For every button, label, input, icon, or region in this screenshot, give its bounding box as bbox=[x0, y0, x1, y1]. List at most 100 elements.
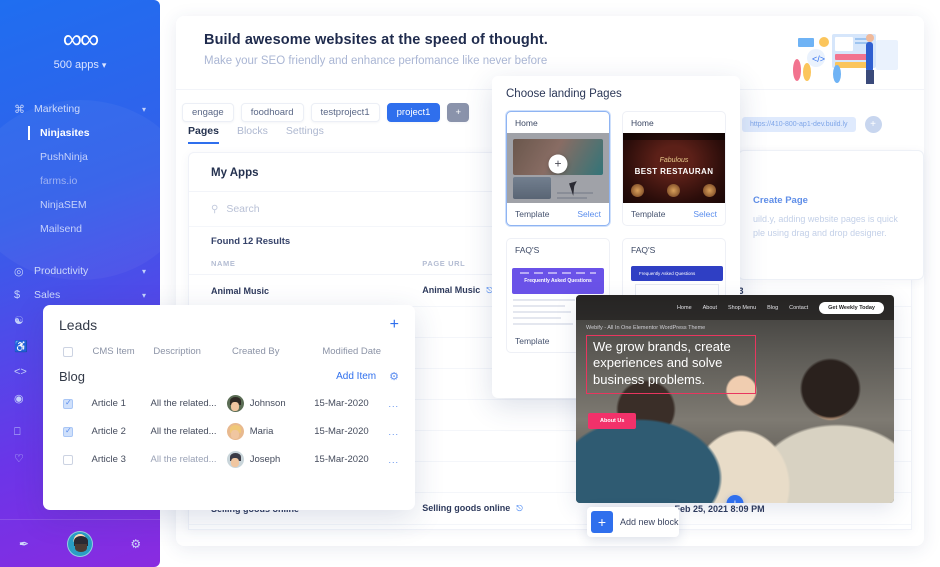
thumb-line bbox=[513, 311, 571, 313]
select-template-link[interactable]: Select bbox=[693, 209, 717, 219]
tab-engage[interactable]: engage bbox=[182, 103, 234, 122]
author-name: Maria bbox=[250, 426, 274, 437]
select-all-checkbox[interactable] bbox=[59, 347, 92, 357]
list-item[interactable]: Article 3 All the related... Joseph 15-M… bbox=[59, 451, 399, 468]
preview-nav-about[interactable]: About bbox=[703, 305, 717, 311]
user-avatar[interactable] bbox=[67, 531, 93, 557]
preview-nav-shop-menu[interactable]: Shop Menu bbox=[728, 305, 756, 311]
leads-header: Leads + bbox=[59, 317, 399, 333]
add-item-link[interactable]: Add Item bbox=[336, 371, 376, 382]
people-icon: ☯ bbox=[14, 314, 24, 327]
preview-headline-line1: We grow brands, create bbox=[593, 339, 749, 355]
template-name: Home bbox=[623, 112, 725, 133]
thumb-navlinks bbox=[520, 272, 596, 274]
apps-count-label: 500 apps bbox=[54, 59, 99, 71]
author-name: Johnson bbox=[250, 398, 286, 409]
template-footer: Template Select bbox=[623, 203, 725, 225]
preview-headline-line2: experiences and solve bbox=[593, 355, 749, 371]
thumb-line bbox=[513, 323, 573, 325]
select-template-link[interactable]: Select bbox=[577, 209, 601, 219]
preview-nav-home[interactable]: Home bbox=[677, 305, 692, 311]
feather-icon[interactable]: ✒ bbox=[19, 537, 29, 551]
page-preview[interactable]: Home About Shop Menu Blog Contact Get We… bbox=[576, 295, 894, 503]
template-type-label: Template bbox=[515, 209, 550, 219]
row-menu-button[interactable]: ... bbox=[388, 399, 399, 409]
sidebar-item-farms-io[interactable]: farms.io bbox=[0, 169, 160, 193]
add-new-block-bar[interactable]: + Add new block bbox=[587, 507, 679, 537]
column-cms-item: CMS Item bbox=[92, 346, 153, 357]
svg-text:</>: </> bbox=[812, 54, 825, 64]
thumb-dish bbox=[703, 184, 716, 197]
sidebar-item-label: NinjaSEM bbox=[40, 199, 87, 211]
headset-icon: ♿ bbox=[14, 340, 28, 353]
tab-pages[interactable]: Pages bbox=[188, 125, 219, 144]
search-placeholder: Search bbox=[226, 203, 259, 215]
sidebar-item-productivity[interactable]: ◎ Productivity ▾ bbox=[0, 259, 160, 283]
heart-icon: ♡ bbox=[14, 452, 24, 465]
sidebar-item-marketing[interactable]: ⌘ Marketing ▾ bbox=[0, 97, 160, 121]
avatar bbox=[227, 423, 244, 440]
sidebar-footer: ✒ ⚙ bbox=[0, 519, 160, 567]
preview-nav-contact[interactable]: Contact bbox=[789, 305, 808, 311]
preview-headline-selection[interactable]: We grow brands, create experiences and s… bbox=[586, 335, 756, 394]
preview-cta-button[interactable]: Get Weekly Today bbox=[819, 302, 884, 314]
thumb-header: Frequently Asked Questions bbox=[512, 268, 604, 294]
tab-foodhoard[interactable]: foodhoard bbox=[241, 103, 304, 122]
sidebar-group-label: Productivity bbox=[34, 265, 142, 277]
preview-nav-blog[interactable]: Blog bbox=[767, 305, 778, 311]
sidebar-item-sales[interactable]: $ Sales ▾ bbox=[0, 283, 160, 307]
preview-brand-line: Webify - All In One Elementor WordPress … bbox=[586, 325, 705, 331]
app-window: ∞∞ 500 apps▾ ⌘ Marketing ▾ Ninjasites Pu… bbox=[0, 0, 940, 567]
leads-title: Leads bbox=[59, 317, 97, 333]
cell-modified-date: 15-Mar-2020 bbox=[314, 398, 388, 409]
thumb-dish bbox=[631, 184, 644, 197]
column-description: Description bbox=[153, 346, 232, 357]
row-checkbox[interactable] bbox=[59, 427, 92, 437]
apps-count-selector[interactable]: 500 apps▾ bbox=[0, 59, 160, 71]
add-lead-button[interactable]: + bbox=[390, 317, 399, 333]
create-page-title: Create Page bbox=[753, 195, 909, 206]
thumb-line bbox=[513, 299, 575, 301]
row-checkbox[interactable] bbox=[59, 399, 92, 409]
template-card-home-2[interactable]: Home Fabulous BEST RESTAURAN Template Se… bbox=[622, 111, 726, 226]
plus-icon[interactable]: + bbox=[591, 511, 613, 533]
thumb-script-text: Fabulous bbox=[623, 157, 725, 164]
sidebar-item-ninjasites[interactable]: Ninjasites bbox=[0, 121, 160, 145]
search-icon: ⚲ bbox=[211, 204, 218, 215]
cell-description: All the related... bbox=[151, 454, 227, 465]
sidebar-item-pushninja[interactable]: PushNinja bbox=[0, 145, 160, 169]
tab-settings[interactable]: Settings bbox=[286, 125, 324, 144]
gear-icon[interactable]: ⚙ bbox=[389, 370, 399, 383]
modal-title: Choose landing Pages bbox=[506, 88, 726, 100]
row-checkbox[interactable] bbox=[59, 455, 92, 465]
sidebar-item-ninjasem[interactable]: NinjaSEM bbox=[0, 193, 160, 217]
cell-created-by: Joseph bbox=[227, 451, 315, 468]
list-item[interactable]: Article 2 All the related... Maria 15-Ma… bbox=[59, 423, 399, 440]
command-icon: ⌘ bbox=[14, 103, 34, 116]
template-type-label: Template bbox=[515, 336, 550, 346]
template-name: Home bbox=[507, 112, 609, 133]
sidebar-logo[interactable]: ∞∞ 500 apps▾ bbox=[0, 0, 160, 71]
add-template-button[interactable]: + bbox=[549, 154, 568, 173]
thumb-navbar bbox=[623, 133, 725, 140]
sidebar-item-label: Mailsend bbox=[40, 223, 82, 235]
gear-icon[interactable]: ⚙ bbox=[130, 537, 141, 551]
row-menu-button[interactable]: ... bbox=[388, 455, 399, 465]
site-url-chip[interactable]: https://410-800-ap1-dev.build.ly bbox=[742, 117, 856, 132]
thumb-line bbox=[513, 305, 565, 307]
tab-blocks[interactable]: Blocks bbox=[237, 125, 268, 144]
sidebar-group-marketing: ⌘ Marketing ▾ Ninjasites PushNinja farms… bbox=[0, 97, 160, 241]
template-card-home-1[interactable]: Home + Template Select bbox=[506, 111, 610, 226]
row-menu-button[interactable]: ... bbox=[388, 427, 399, 437]
external-link-icon[interactable]: ⎋ bbox=[516, 504, 522, 513]
tab-project1[interactable]: project1 bbox=[387, 103, 441, 122]
sidebar-item-mailsend[interactable]: Mailsend bbox=[0, 217, 160, 241]
add-url-button[interactable]: + bbox=[865, 116, 882, 133]
list-item[interactable]: Article 1 All the related... Johnson 15-… bbox=[59, 395, 399, 412]
tab-testproject1[interactable]: testproject1 bbox=[311, 103, 380, 122]
preview-about-us-button[interactable]: About Us bbox=[588, 413, 636, 429]
checkbox-icon bbox=[63, 455, 73, 465]
create-page-body: uild.y, adding website pages is quick pl… bbox=[753, 213, 909, 241]
add-project-button[interactable]: + bbox=[447, 103, 469, 122]
dollar-icon: $ bbox=[14, 289, 34, 301]
